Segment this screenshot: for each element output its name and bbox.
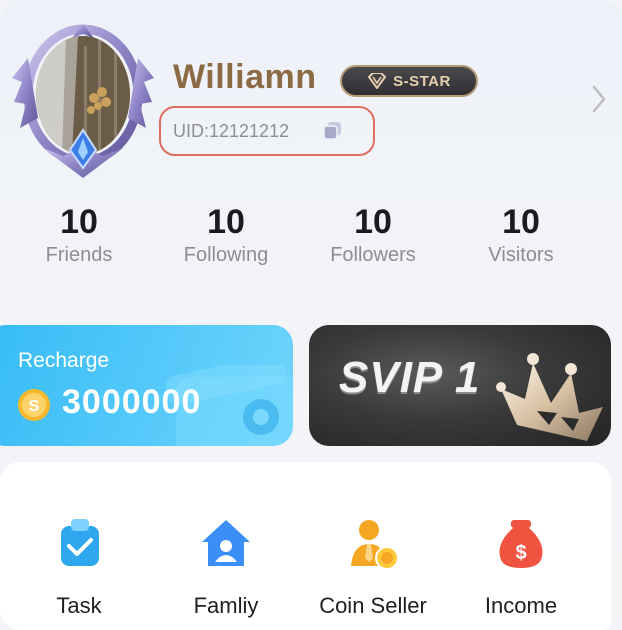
feature-label: Task bbox=[56, 593, 102, 618]
svg-text:$: $ bbox=[515, 542, 526, 564]
svg-text:S: S bbox=[29, 398, 40, 415]
income-button[interactable]: $ Income bbox=[456, 514, 586, 619]
uid-text: UID:12121212 bbox=[173, 121, 290, 141]
svip-label: SVIP 1 bbox=[339, 353, 481, 402]
diamond-icon bbox=[367, 73, 387, 89]
coin-seller-icon bbox=[351, 520, 399, 570]
feature-label: Famliy bbox=[193, 593, 259, 618]
stat-following[interactable]: 10 Following bbox=[166, 203, 286, 267]
recharge-amount: 3000000 bbox=[62, 383, 202, 421]
avatar[interactable] bbox=[8, 18, 158, 183]
task-button[interactable]: Task bbox=[14, 514, 144, 619]
feature-label: Coin Seller bbox=[319, 593, 427, 618]
stat-label: Friends bbox=[45, 244, 113, 266]
money-bag-icon: $ bbox=[499, 520, 543, 568]
stat-value: 10 bbox=[354, 203, 392, 241]
stat-friends[interactable]: 10 Friends bbox=[19, 203, 139, 267]
family-house-icon bbox=[202, 520, 250, 566]
stat-followers[interactable]: 10 Followers bbox=[313, 203, 433, 267]
stat-label: Followers bbox=[330, 244, 416, 266]
stat-value: 10 bbox=[60, 203, 98, 241]
recharge-title: Recharge bbox=[18, 349, 110, 372]
stat-label: Following bbox=[183, 244, 269, 266]
family-button[interactable]: Famliy bbox=[161, 514, 291, 619]
coin-icon: S bbox=[18, 389, 50, 421]
copy-icon[interactable] bbox=[322, 120, 344, 142]
username: Williamn bbox=[173, 58, 317, 96]
task-clipboard-icon bbox=[61, 519, 99, 566]
s-star-badge: S-STAR bbox=[340, 65, 478, 97]
feature-label: Income bbox=[484, 593, 558, 618]
avatar-frame-icon bbox=[12, 24, 154, 178]
stat-visitors[interactable]: 10 Visitors bbox=[461, 203, 581, 267]
recharge-card[interactable]: Recharge S 3000000 bbox=[0, 325, 293, 446]
chevron-right-icon[interactable] bbox=[590, 84, 608, 114]
stat-label: Visitors bbox=[488, 244, 554, 266]
badge-label: S-STAR bbox=[393, 72, 451, 90]
coin-seller-button[interactable]: Coin Seller bbox=[308, 514, 438, 619]
svip-card[interactable]: SVIP 1 bbox=[309, 325, 611, 446]
stat-value: 10 bbox=[502, 203, 540, 241]
crown-icon bbox=[496, 353, 603, 441]
stat-value: 10 bbox=[207, 203, 245, 241]
profile-page: Williamn S-STAR UID:12121212 10 Friends … bbox=[0, 0, 622, 630]
